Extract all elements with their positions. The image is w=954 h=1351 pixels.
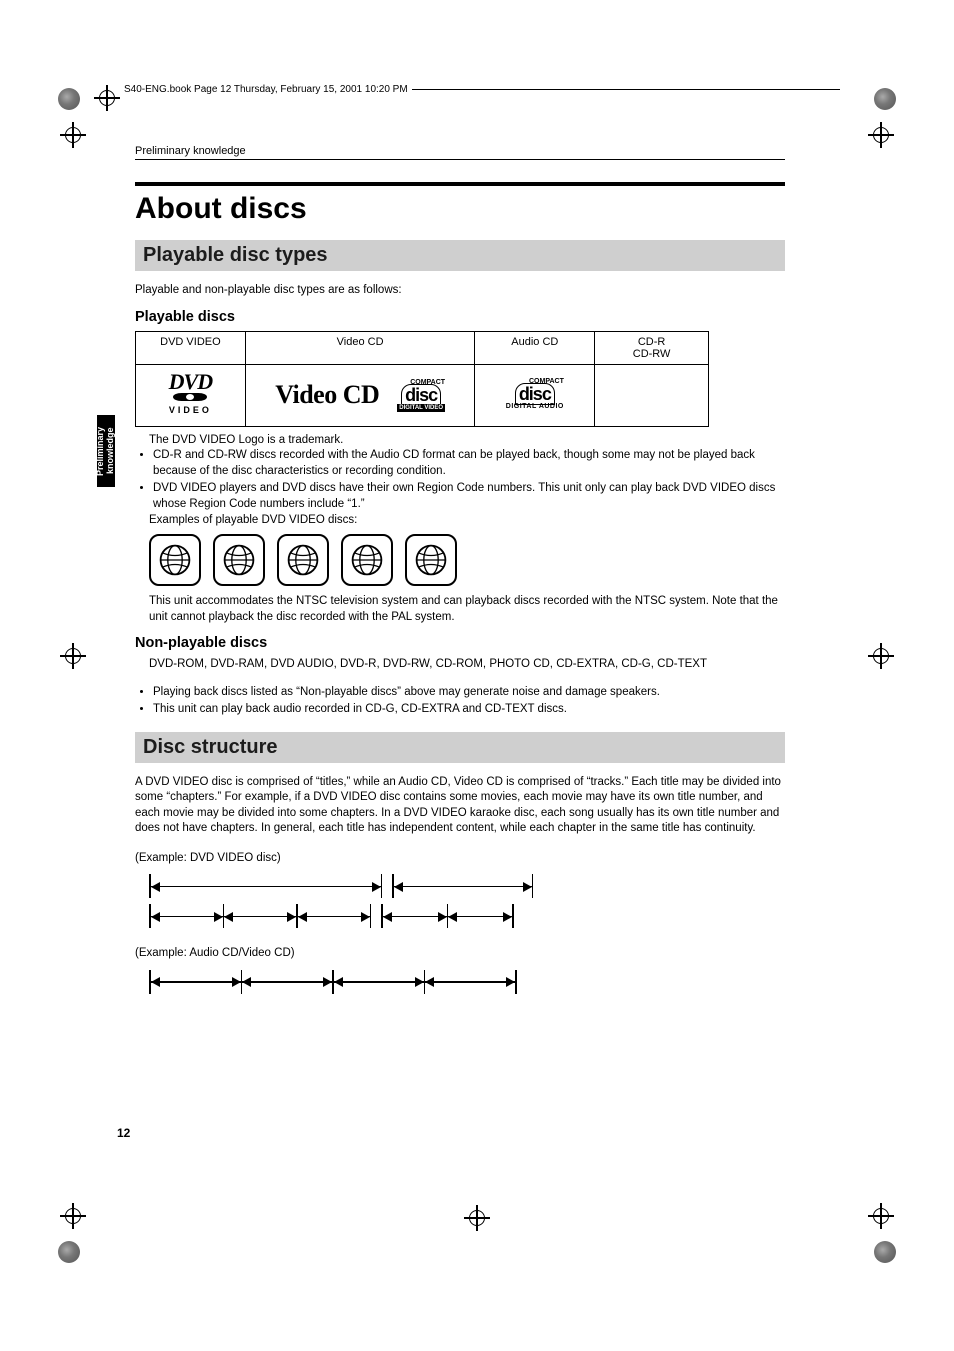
region-globe-icon	[341, 534, 393, 586]
ntsc-note: This unit accommodates the NTSC televisi…	[149, 594, 785, 625]
page-number: 12	[117, 1126, 130, 1140]
table-cell-cdr	[595, 364, 709, 426]
structure-paragraph: A DVD VIDEO disc is comprised of “titles…	[135, 775, 785, 837]
registration-mark-icon	[868, 643, 894, 669]
print-mark-circle-bl	[58, 1241, 80, 1263]
registration-mark-icon	[60, 122, 86, 148]
region-globe-icon	[149, 534, 201, 586]
section-heading-structure: Disc structure	[135, 732, 785, 763]
registration-mark-icon	[60, 643, 86, 669]
region-code-examples	[149, 534, 785, 586]
region-globe-icon	[213, 534, 265, 586]
example-label-2: (Example: Audio CD/Video CD)	[135, 946, 785, 962]
region-globe-icon	[277, 534, 329, 586]
playable-discs-heading: Playable discs	[135, 309, 785, 325]
print-mark-circle-br	[874, 1241, 896, 1263]
intro-text: Playable and non-playable disc types are…	[135, 283, 785, 299]
side-tab: Preliminary knowledge	[97, 415, 115, 487]
table-cell-audiocd: COMPACT disc DIGITAL AUDIO	[475, 364, 595, 426]
print-mark-circle-tl	[58, 88, 80, 110]
registration-mark-icon	[60, 1203, 86, 1229]
region-globe-icon	[405, 534, 457, 586]
notes-list-1: CD-R and CD-RW discs recorded with the A…	[153, 448, 785, 512]
table-cell-videocd: Video CD COMPACT disc DIGITAL VIDEO	[245, 364, 475, 426]
example-label-1: (Example: DVD VIDEO disc)	[135, 851, 785, 867]
nonplayable-heading: Non-playable discs	[135, 635, 785, 651]
dvd-video-logo-icon: DVD VIDEO	[169, 372, 212, 417]
dvd-structure-diagram	[149, 874, 785, 928]
book-header-text: S40-ENG.book Page 12 Thursday, February …	[120, 84, 412, 95]
registration-mark-icon	[868, 1203, 894, 1229]
registration-mark-icon	[94, 85, 120, 111]
table-cell-dvd: DVD VIDEO	[136, 364, 246, 426]
table-header: CD-R CD-RW	[595, 331, 709, 364]
section-heading-playable: Playable disc types	[135, 240, 785, 271]
list-item: DVD VIDEO players and DVD discs have the…	[153, 481, 785, 512]
video-cd-logo-icon: Video CD	[275, 380, 379, 410]
table-header: DVD VIDEO	[136, 331, 246, 364]
list-item: Playing back discs listed as “Non-playab…	[153, 685, 785, 701]
registration-mark-icon	[464, 1205, 490, 1231]
compact-disc-digital-audio-logo-icon: COMPACT disc DIGITAL AUDIO	[506, 378, 564, 410]
book-header: S40-ENG.book Page 12 Thursday, February …	[120, 84, 840, 95]
title-rule	[135, 182, 785, 186]
table-header: Audio CD	[475, 331, 595, 364]
playable-discs-table: DVD VIDEO Video CD Audio CD CD-R CD-RW D…	[135, 331, 709, 427]
running-head: Preliminary knowledge	[135, 145, 785, 160]
notes-list-2: Playing back discs listed as “Non-playab…	[153, 685, 785, 718]
examples-label: Examples of playable DVD VIDEO discs:	[149, 514, 785, 526]
page-content: Preliminary knowledge About discs Playab…	[135, 145, 785, 1012]
trademark-note: The DVD VIDEO Logo is a trademark.	[149, 433, 785, 449]
registration-mark-icon	[868, 122, 894, 148]
list-item: CD-R and CD-RW discs recorded with the A…	[153, 448, 785, 479]
print-mark-circle-tr	[874, 88, 896, 110]
compact-disc-digital-video-logo-icon: COMPACT disc DIGITAL VIDEO	[397, 379, 445, 412]
nonplayable-list: DVD-ROM, DVD-RAM, DVD AUDIO, DVD-R, DVD-…	[149, 657, 785, 673]
page-title: About discs	[135, 192, 785, 226]
table-header: Video CD	[245, 331, 475, 364]
cd-structure-diagram	[149, 970, 785, 994]
list-item: This unit can play back audio recorded i…	[153, 702, 785, 718]
